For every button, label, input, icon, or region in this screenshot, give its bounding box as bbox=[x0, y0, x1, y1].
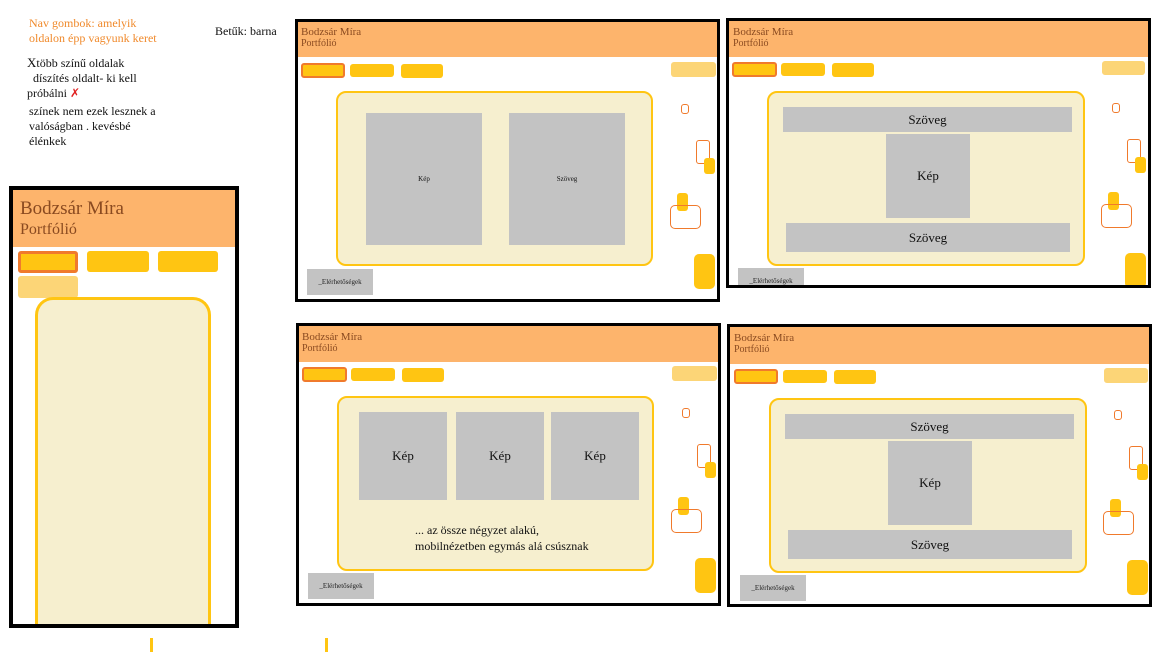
deco-square bbox=[1101, 204, 1132, 228]
deco-square bbox=[670, 205, 701, 229]
colors-line2: valóságban . kevésbé bbox=[29, 119, 131, 133]
site-subtitle: Portfólió bbox=[301, 38, 337, 49]
nav-button-3[interactable] bbox=[401, 64, 443, 78]
deco-square bbox=[671, 509, 702, 533]
caption-line2: mobilnézetben egymás alá csúsznak bbox=[415, 539, 589, 553]
nav-button-2[interactable] bbox=[87, 251, 149, 272]
image-placeholder: Kép bbox=[366, 113, 482, 245]
desktop-mockup-1: Bodzsár Míra Portfólió Kép Szöveg _Elérh… bbox=[295, 19, 720, 302]
mobile-header: Bodzsár Míra Portfólió bbox=[13, 190, 235, 247]
deco-square bbox=[682, 408, 690, 418]
text-placeholder: Szöveg bbox=[509, 113, 625, 245]
desktop-mockup-4: Bodzsár Míra Portfólió Szöveg Kép Szöveg… bbox=[727, 324, 1152, 607]
site-subtitle: Portfólió bbox=[734, 344, 770, 355]
site-title: Bodzsár Míra bbox=[301, 26, 362, 38]
site-title: Bodzsár Míra bbox=[734, 332, 795, 344]
nav-button-2[interactable] bbox=[783, 370, 827, 383]
mobile-content-area bbox=[35, 297, 211, 624]
nav-button-3[interactable] bbox=[402, 368, 444, 382]
multi-line3: próbálni bbox=[27, 86, 67, 100]
site-title: Bodzsár Míra bbox=[20, 198, 124, 219]
contact-button[interactable]: _Elérhetőségek bbox=[740, 575, 806, 601]
x-mark: X bbox=[27, 55, 37, 70]
header: Bodzsár Míra Portfólió bbox=[730, 327, 1149, 364]
contact-button[interactable]: _Elérhetőségek bbox=[308, 573, 374, 599]
nav-button-active[interactable] bbox=[732, 62, 777, 77]
colors-line3: élénkek bbox=[29, 134, 67, 148]
deco-square bbox=[1114, 410, 1122, 420]
layout-caption: ... az össze négyzet alakú, mobilnézetbe… bbox=[415, 522, 589, 554]
nav-button-active[interactable] bbox=[734, 369, 778, 384]
colors-line1: színek nem ezek lesznek a bbox=[29, 104, 156, 118]
deco-square bbox=[1137, 464, 1148, 480]
site-subtitle: Portfólió bbox=[20, 221, 77, 238]
nav-button-3[interactable] bbox=[834, 370, 876, 384]
cross-icon: ✗ bbox=[70, 86, 81, 100]
image-placeholder-1: Kép bbox=[359, 412, 447, 500]
site-title: Bodzsár Míra bbox=[733, 26, 794, 38]
nav-button-active[interactable] bbox=[302, 367, 347, 382]
nav-note-line1: Nav gombok: amelyik bbox=[29, 16, 137, 30]
deco-square bbox=[704, 158, 715, 174]
desktop-mockup-3: Bodzsár Míra Portfólió Kép Kép Kép ... a… bbox=[296, 323, 721, 606]
deco-square bbox=[1125, 253, 1146, 285]
nav-button-2[interactable] bbox=[781, 63, 825, 76]
deco-square bbox=[681, 104, 689, 114]
colors-note: színek nem ezek lesznek a valóságban . k… bbox=[29, 104, 156, 149]
nav-button-4[interactable] bbox=[672, 366, 717, 381]
site-subtitle: Portfólió bbox=[302, 343, 338, 354]
site-subtitle: Portfólió bbox=[733, 38, 769, 49]
text-placeholder-top: Szöveg bbox=[783, 107, 1072, 132]
deco-square bbox=[1135, 157, 1146, 173]
deco-square bbox=[705, 462, 716, 478]
nav-note: Nav gombok: amelyik oldalon épp vagyunk … bbox=[29, 16, 157, 46]
multi-line1: több színű oldalak bbox=[36, 56, 125, 70]
nav-button-4[interactable] bbox=[1104, 368, 1148, 383]
nav-button-2[interactable] bbox=[350, 64, 394, 77]
desktop-mockup-2: Bodzsár Míra Portfólió Szöveg Kép Szöveg… bbox=[726, 18, 1151, 288]
deco-square bbox=[694, 254, 715, 289]
contact-button[interactable]: _Elérhetőségek bbox=[738, 268, 804, 285]
content-area: Kép Szöveg bbox=[336, 91, 653, 266]
text-placeholder-bottom: Szöveg bbox=[788, 530, 1072, 559]
scroll-tick-2 bbox=[325, 638, 328, 652]
text-placeholder-bottom: Szöveg bbox=[786, 223, 1070, 252]
header: Bodzsár Míra Portfólió bbox=[729, 21, 1148, 57]
deco-square bbox=[1112, 103, 1120, 113]
deco-square bbox=[695, 558, 716, 593]
site-title: Bodzsár Míra bbox=[302, 331, 363, 343]
nav-button-4[interactable] bbox=[18, 276, 78, 298]
multi-color-note: Xtöbb színű oldalak díszítés oldalt- ki … bbox=[27, 55, 137, 101]
nav-button-4[interactable] bbox=[1102, 61, 1145, 75]
contact-button[interactable]: _Elérhetőségek bbox=[307, 269, 373, 295]
caption-line1: ... az össze négyzet alakú, bbox=[415, 523, 539, 537]
mobile-mockup: Bodzsár Míra Portfólió bbox=[9, 186, 239, 628]
nav-button-4[interactable] bbox=[671, 62, 716, 77]
nav-button-active[interactable] bbox=[18, 251, 78, 273]
content-area: Szöveg Kép Szöveg bbox=[767, 91, 1085, 266]
deco-square bbox=[1103, 511, 1134, 535]
nav-button-3[interactable] bbox=[158, 251, 218, 272]
header: Bodzsár Míra Portfólió bbox=[299, 326, 718, 362]
text-placeholder-top: Szöveg bbox=[785, 414, 1074, 439]
nav-button-3[interactable] bbox=[832, 63, 874, 77]
nav-note-line2: oldalon épp vagyunk keret bbox=[29, 31, 157, 45]
nav-button-2[interactable] bbox=[351, 368, 395, 381]
letters-note: Betűk: barna bbox=[215, 24, 277, 38]
scroll-tick-1 bbox=[150, 638, 153, 652]
nav-button-active[interactable] bbox=[301, 63, 345, 78]
multi-line2: díszítés oldalt- ki kell bbox=[33, 71, 137, 85]
image-placeholder: Kép bbox=[888, 441, 972, 525]
image-placeholder: Kép bbox=[886, 134, 970, 218]
content-area: Kép Kép Kép ... az össze négyzet alakú, … bbox=[337, 396, 654, 571]
deco-square bbox=[1127, 560, 1148, 595]
image-placeholder-2: Kép bbox=[456, 412, 544, 500]
header: Bodzsár Míra Portfólió bbox=[298, 22, 717, 57]
image-placeholder-3: Kép bbox=[551, 412, 639, 500]
content-area: Szöveg Kép Szöveg bbox=[769, 398, 1087, 573]
